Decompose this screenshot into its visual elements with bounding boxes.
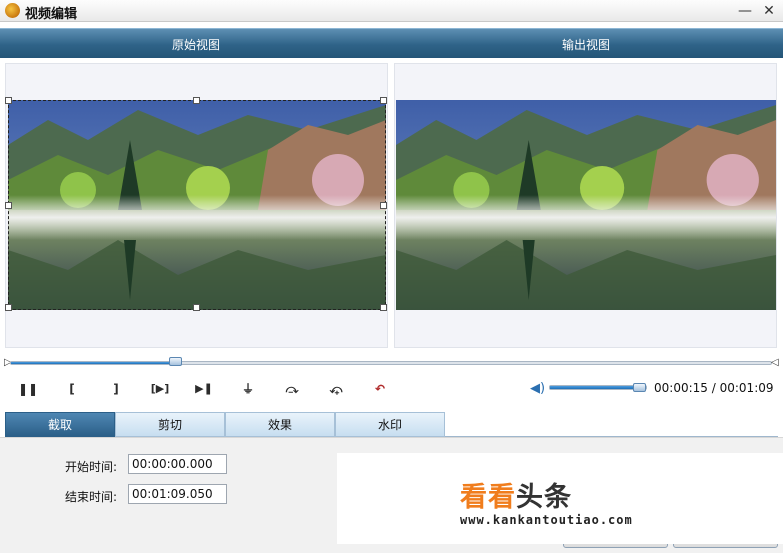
crop-handle[interactable]	[5, 202, 12, 209]
output-view-label: 输出视图	[562, 38, 611, 52]
crop-handle[interactable]	[380, 202, 387, 209]
volume-thumb[interactable]	[633, 383, 647, 392]
current-time: 00:00:15	[654, 381, 708, 395]
view-header: 原始视图 输出视图	[0, 28, 783, 58]
timeline-slider[interactable]: ▷ ◁	[4, 356, 779, 370]
pause-button[interactable]: ❚❚	[18, 379, 38, 399]
playback-controls: ❚❚ [ ] [▶] ▶❚ ⏚ ⤼ ⤽ ↶ ◀) 00:00:15 / 00:0…	[0, 376, 783, 402]
crop-handle[interactable]	[193, 304, 200, 311]
output-video-frame	[396, 100, 776, 310]
watermark-url: www.kankantoutiao.com	[460, 513, 633, 527]
window-title: 视频编辑	[25, 7, 78, 22]
time-separator: /	[711, 381, 716, 395]
tab-watermark[interactable]: 水印	[335, 412, 445, 437]
app-icon	[5, 3, 20, 18]
crop-handle[interactable]	[5, 97, 12, 104]
watermark-logo-part1: 看看	[460, 482, 516, 513]
rotate-left-button[interactable]: ⤽	[326, 379, 346, 399]
total-time: 00:01:09	[719, 381, 774, 395]
close-button[interactable]: ✕	[759, 1, 779, 21]
tab-trim[interactable]: 截取	[5, 412, 115, 437]
timeline-playhead[interactable]	[169, 357, 183, 366]
timeline-progress	[11, 362, 176, 364]
start-time-label: 开始时间:	[65, 460, 118, 474]
site-watermark: 看看头条 www.kankantoutiao.com	[337, 453, 783, 544]
tab-effects[interactable]: 效果	[225, 412, 335, 437]
play-selection-button[interactable]: [▶]	[150, 379, 170, 399]
timeline-end-marker[interactable]: ◁	[771, 356, 779, 369]
watermark-logo-part2: 头条	[516, 482, 572, 513]
undo-button[interactable]: ↶	[370, 379, 390, 399]
watermark-logo: 看看头条	[460, 475, 572, 514]
rotate-right-button[interactable]: ⤼	[282, 379, 302, 399]
end-time-label: 结束时间:	[65, 490, 118, 504]
speaker-icon[interactable]: ◀)	[530, 381, 546, 397]
minimize-button[interactable]: —	[735, 1, 755, 21]
time-readout: 00:00:15 / 00:01:09	[654, 381, 774, 395]
start-time-field[interactable]	[128, 454, 227, 474]
volume-level	[550, 386, 641, 389]
mark-start-button[interactable]: [	[62, 379, 82, 399]
title-bar: 视频编辑 — ✕	[0, 0, 783, 22]
crop-handle[interactable]	[193, 97, 200, 104]
landscape-image	[396, 100, 776, 310]
crop-handle[interactable]	[380, 97, 387, 104]
edit-tabs: 截取 剪切 效果 水印	[5, 412, 778, 437]
tab-cut[interactable]: 剪切	[115, 412, 225, 437]
next-frame-button[interactable]: ▶❚	[194, 379, 214, 399]
end-time-field[interactable]	[128, 484, 227, 504]
mark-end-button[interactable]: ]	[106, 379, 126, 399]
timeline-track[interactable]	[10, 361, 772, 365]
crop-handle[interactable]	[5, 304, 12, 311]
volume-slider[interactable]	[549, 383, 647, 392]
flip-vertical-button[interactable]: ⏚	[238, 379, 258, 399]
crop-selection-box[interactable]	[5, 97, 387, 311]
crop-handle[interactable]	[380, 304, 387, 311]
original-view-label: 原始视图	[172, 38, 221, 52]
